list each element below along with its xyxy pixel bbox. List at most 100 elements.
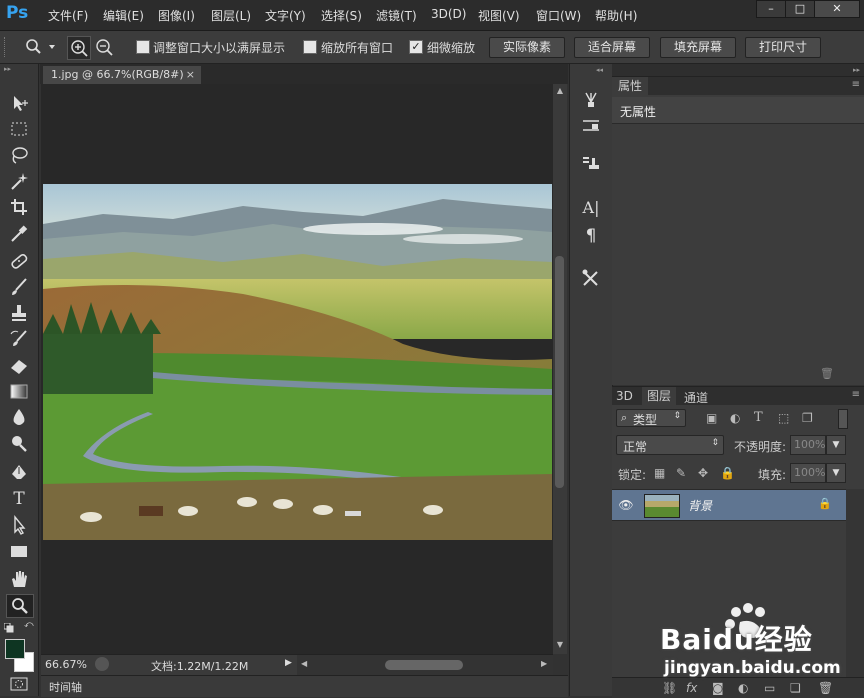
filter-toggle-switch[interactable] [838,409,848,429]
layer-row[interactable]: 👁 背景 🔒 [612,489,846,521]
swap-colors-icon[interactable]: ⤺ [24,620,34,630]
brush-tool-icon[interactable] [6,276,32,298]
filter-smart-objects-icon[interactable]: ❐ [802,411,813,425]
eyedropper-tool-icon[interactable] [6,222,32,244]
path-selection-tool-icon[interactable] [6,514,32,536]
document-tab-close-icon[interactable]: × [186,66,195,84]
pen-tool-icon[interactable] [6,462,32,484]
tab-channels[interactable]: 通道 [684,389,708,406]
horizontal-scroll-thumb[interactable] [385,660,463,670]
menu-image[interactable]: 图像(I) [158,7,195,24]
fill-dropdown-icon[interactable]: ▼ [826,463,846,483]
tool-presets-icon[interactable] [580,268,602,288]
layer-name[interactable]: 背景 [688,497,712,514]
menu-window[interactable]: 窗口(W) [536,7,581,24]
menu-help[interactable]: 帮助(H) [595,7,637,24]
close-button[interactable]: ✕ [814,0,860,18]
layer-visibility-eye-icon[interactable]: 👁 [618,498,634,512]
zoom-in-button[interactable] [67,36,91,60]
dock-collapse-icon[interactable]: ◂◂ [596,66,603,74]
menu-view[interactable]: 视图(V) [478,7,520,24]
default-colors-icon[interactable] [3,622,14,633]
timeline-panel-tab[interactable]: 时间轴 [41,675,568,697]
foreground-color-swatch[interactable] [5,639,25,659]
zoom-all-windows-checkbox[interactable] [303,40,317,54]
clone-source-icon[interactable] [580,154,602,174]
maximize-button[interactable]: □ [785,0,815,18]
zoom-tool-icon [26,39,55,54]
scroll-down-icon[interactable]: ▼ [555,640,565,650]
opacity-dropdown-icon[interactable]: ▼ [826,435,846,455]
type-tool-icon[interactable]: T [6,488,32,510]
lasso-tool-icon[interactable] [6,144,32,166]
vertical-scrollbar[interactable]: ▲ ▼ [553,84,567,654]
paragraph-panel-icon[interactable]: ¶ [580,226,602,246]
minimize-button[interactable]: – [756,0,786,18]
options-grip[interactable] [4,37,9,57]
blur-tool-icon[interactable] [6,406,32,428]
document-tab[interactable]: 1.jpg @ 66.7%(RGB/8#) × [43,66,201,84]
toolbox-collapse-icon[interactable]: ▸▸ [4,66,34,73]
history-brush-tool-icon[interactable] [6,328,32,350]
export-status-icon[interactable] [95,657,109,671]
scrubby-zoom-checkbox[interactable]: ✓ [409,40,423,54]
right-dock-collapse-icon[interactable]: ▸▸ [853,66,860,74]
dodge-tool-icon[interactable] [6,432,32,454]
filter-shape-layers-icon[interactable]: ⬚ [778,411,789,425]
fill-input[interactable]: 100% [790,463,826,483]
clone-stamp-tool-icon[interactable] [6,302,32,324]
properties-delete-icon[interactable]: 🗑 [820,367,834,380]
brush-settings-icon[interactable] [580,116,602,136]
lock-image-pixels-icon[interactable]: ✎ [676,466,686,480]
tab-layers[interactable]: 图层 [642,387,676,405]
status-menu-arrow-icon[interactable]: ▶ [285,658,292,668]
magic-wand-tool-icon[interactable] [6,170,32,192]
resize-window-checkbox[interactable] [136,40,150,54]
tab-properties[interactable]: 属性 [612,77,648,95]
rectangle-tool-icon[interactable] [6,540,32,562]
menu-layer[interactable]: 图层(L) [211,7,251,24]
menu-filter[interactable]: 滤镜(T) [376,7,417,24]
brush-presets-icon[interactable] [580,90,602,110]
fit-screen-button[interactable]: 适合屏幕 [574,37,650,58]
scroll-right-icon[interactable]: ▶ [541,659,547,668]
actual-pixels-button[interactable]: 实际像素 [489,37,565,58]
blend-mode-select[interactable]: 正常 ⇕ [616,435,724,455]
layer-filter-kind-select[interactable]: ⌕ 类型 ⇕ [616,409,686,427]
filter-type-layers-icon[interactable]: T [754,410,763,425]
eraser-tool-icon[interactable] [6,354,32,376]
tool-preset-picker[interactable] [22,36,58,56]
layers-panel-menu-icon[interactable]: ≡ [852,389,860,400]
lock-transparent-pixels-icon[interactable]: ▦ [654,466,665,480]
menu-type[interactable]: 文字(Y) [265,7,306,24]
scroll-left-icon[interactable]: ◀ [301,659,307,668]
marquee-tool-icon[interactable] [6,118,32,140]
menu-select[interactable]: 选择(S) [321,7,362,24]
vertical-scroll-thumb[interactable] [555,256,564,488]
menu-edit[interactable]: 编辑(E) [103,7,144,24]
gradient-tool-icon[interactable] [6,380,32,402]
scroll-up-icon[interactable]: ▲ [555,86,565,96]
zoom-level-field[interactable]: 66.67% [45,658,87,671]
properties-panel-menu-icon[interactable]: ≡ [852,79,860,90]
horizontal-scrollbar[interactable]: ◀ ▶ [297,655,553,675]
filter-adjustment-layers-icon[interactable]: ◐ [730,411,740,425]
hand-tool-icon[interactable] [6,568,32,590]
opacity-input[interactable]: 100% [790,435,826,455]
zoom-tool-icon[interactable] [6,594,34,618]
menu-3d[interactable]: 3D(D) [431,7,466,21]
fill-screen-button[interactable]: 填充屏幕 [660,37,736,58]
lock-all-icon[interactable]: 🔒 [720,466,735,480]
menu-file[interactable]: 文件(F) [48,7,88,24]
crop-tool-icon[interactable] [6,196,32,218]
healing-brush-tool-icon[interactable] [6,250,32,272]
filter-pixel-layers-icon[interactable]: ▣ [706,411,717,425]
tab-3d[interactable]: 3D [616,389,633,403]
print-size-button[interactable]: 打印尺寸 [745,37,821,58]
quick-mask-button[interactable] [9,676,29,692]
landscape-photo[interactable] [43,184,552,540]
lock-position-icon[interactable]: ✥ [698,466,708,480]
zoom-out-button[interactable] [93,36,115,58]
move-tool-icon[interactable] [6,92,32,114]
character-panel-icon[interactable]: A| [580,198,602,218]
